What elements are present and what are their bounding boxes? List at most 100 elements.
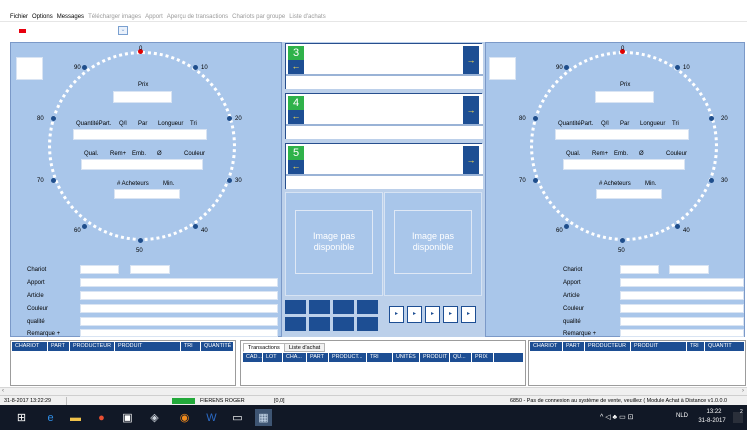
menu-chariots-par-groupe[interactable]: Chariots par groupe [232, 14, 285, 20]
file-explorer-icon[interactable]: ▬ [67, 409, 84, 426]
col-tri[interactable]: TRI [687, 342, 705, 351]
menu-apercu-transactions[interactable]: Aperçu de transactions [167, 14, 228, 20]
min-label: Min. [163, 181, 175, 187]
action-button[interactable] [333, 317, 354, 331]
col-part[interactable]: PART [48, 342, 70, 351]
menu-options[interactable]: Options [32, 14, 53, 20]
image-placeholder-right: Image pas disponible [394, 210, 472, 274]
film-icon[interactable]: ▸ [425, 306, 440, 323]
col-product[interactable]: PRODUCT... [329, 353, 367, 362]
lot-card[interactable]: 3 ← → [285, 43, 483, 89]
quantite-row-field [73, 129, 207, 140]
col-produit[interactable]: PRODUIT [420, 353, 450, 362]
col-quantite[interactable]: QUANTIT [705, 342, 744, 351]
clock-number-90: 90 [74, 65, 81, 71]
record-icon[interactable] [19, 29, 26, 33]
film-icon[interactable]: ▸ [389, 306, 404, 323]
right-lots-table[interactable]: CHARIOT PART PRODUCTEUR PRODUIT TRI QUANTIT [528, 340, 746, 386]
menu-messages[interactable]: Messages [57, 14, 84, 20]
arrow-right-icon[interactable]: → [463, 96, 479, 124]
clock-tick-dot [620, 238, 625, 243]
auction-app-icon[interactable]: ▦ [255, 409, 272, 426]
horizontal-scrollbar[interactable]: ‹ › [0, 387, 747, 395]
windows-start-icon[interactable]: ⊞ [13, 409, 30, 426]
store-icon[interactable]: ▣ [119, 409, 136, 426]
tray-icons[interactable]: ^ ◁ ♣ ▭ ⊡ [600, 413, 634, 421]
col-qu[interactable]: QU... [450, 353, 472, 362]
arrow-right-icon[interactable]: → [463, 146, 479, 174]
col-produit[interactable]: PRODUIT [115, 342, 181, 351]
min-label: Min. [645, 181, 657, 187]
tray-date[interactable]: 31-8-2017 [695, 418, 729, 424]
word-icon[interactable]: W [203, 409, 220, 426]
clock-tick-dot [193, 224, 198, 229]
action-button[interactable] [285, 300, 306, 314]
firefox-icon[interactable]: ◉ [176, 409, 193, 426]
lot-number-badge: 3 [288, 46, 304, 60]
clock-number-50: 50 [136, 248, 143, 254]
col-lot[interactable]: LOT [263, 353, 283, 362]
tri-label: Tri [190, 121, 197, 127]
menu-liste-achats[interactable]: Liste d'achats [289, 14, 326, 20]
chevron-down-icon[interactable]: ⌄ [118, 26, 128, 35]
col-prix[interactable]: PRIX [472, 353, 494, 362]
article-field [620, 291, 744, 300]
film-icon[interactable]: ▸ [461, 306, 476, 323]
couleur-detail-label: Couleur [563, 306, 585, 312]
action-button[interactable] [333, 300, 354, 314]
menu-fichier[interactable]: Fichier [10, 14, 28, 20]
longueur-label: Longueur [158, 121, 184, 127]
scroll-right-icon[interactable]: › [742, 388, 744, 395]
action-button[interactable] [357, 317, 378, 331]
clock-number-20: 20 [721, 116, 728, 122]
col-unites[interactable]: UNITÉS [393, 353, 420, 362]
col-tri[interactable]: TRI [181, 342, 201, 351]
tab-transactions[interactable]: Transactions [243, 343, 285, 352]
col-producteur[interactable]: PRODUCTEUR [70, 342, 115, 351]
clock-number-10: 10 [683, 65, 690, 71]
clock-tick-dot [138, 238, 143, 243]
language-indicator[interactable]: NLD [676, 413, 688, 419]
edge-icon[interactable]: e [42, 409, 59, 426]
col-cha[interactable]: CHA... [283, 353, 307, 362]
action-button[interactable] [357, 300, 378, 314]
clock-number-50: 50 [618, 248, 625, 254]
col-produit[interactable]: PRODUIT [631, 342, 687, 351]
film-icon[interactable]: ▸ [443, 306, 458, 323]
arrow-left-icon[interactable]: ← [288, 160, 304, 174]
clock-tick-dot [227, 178, 232, 183]
col-chariot[interactable]: CHARIOT [530, 342, 563, 351]
col-part[interactable]: PART [307, 353, 329, 362]
scroll-left-icon[interactable]: ‹ [2, 388, 4, 395]
col-quantite[interactable]: QUANTITÉ [201, 342, 234, 351]
action-button[interactable] [309, 317, 330, 331]
app-icon[interactable]: ◈ [146, 409, 163, 426]
col-chariot[interactable]: CHARIOT [12, 342, 48, 351]
arrow-left-icon[interactable]: ← [288, 110, 304, 124]
col-producteur[interactable]: PRODUCTEUR [585, 342, 631, 351]
menu-telecharger-images[interactable]: Télécharger images [88, 14, 141, 20]
chrome-icon[interactable]: ● [93, 409, 110, 426]
lot-card[interactable]: 4 ← → [285, 93, 483, 139]
menu-apport[interactable]: Apport [145, 14, 163, 20]
action-button[interactable] [285, 317, 306, 331]
article-label: Article [27, 293, 44, 299]
connection-status-indicator [172, 398, 195, 404]
apport-label: Apport [27, 280, 45, 286]
film-icon[interactable]: ▸ [407, 306, 422, 323]
col-part[interactable]: PART [563, 342, 585, 351]
left-lots-table[interactable]: CHARIOT PART PRODUCTEUR PRODUIT TRI QUANTITÉ [10, 340, 236, 386]
window-icon[interactable]: ▭ [229, 409, 246, 426]
quantite-part-label: QuantitéPart. [76, 121, 112, 127]
col-tri[interactable]: TRI [367, 353, 393, 362]
clock-number-90: 90 [556, 65, 563, 71]
col-cad[interactable]: CAD... [243, 353, 263, 362]
arrow-right-icon[interactable]: → [463, 46, 479, 74]
action-button[interactable] [309, 300, 330, 314]
lot-card[interactable]: 5 ← → [285, 143, 483, 189]
arrow-left-icon[interactable]: ← [288, 60, 304, 74]
tray-time[interactable]: 13:22 [700, 409, 728, 415]
remarque-label: Remarque + [563, 331, 597, 337]
tab-liste-achat[interactable]: Liste d'achat [284, 343, 326, 352]
lots-panel: 3 ← → 4 ← → 5 ← → Image pas disponible I… [282, 42, 485, 337]
